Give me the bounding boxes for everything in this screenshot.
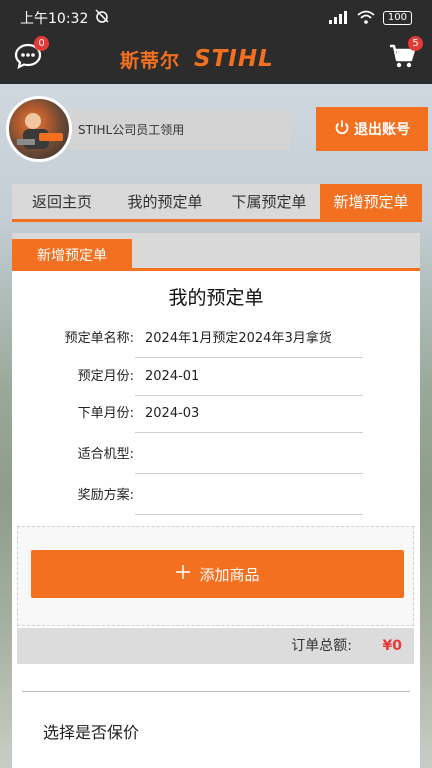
add-product-button[interactable]: 添加商品	[31, 550, 404, 598]
field-label: 奖励方案:	[77, 488, 134, 503]
message-button[interactable]: 0	[14, 36, 49, 74]
user-label: STIHL公司员工领用	[78, 122, 185, 137]
field-order-name: 预定单名称: 2024年1月预定2024年3月拿货	[12, 320, 420, 358]
field-label: 预定月份:	[77, 369, 134, 384]
tab-subordinate-orders[interactable]: 下属预定单	[218, 184, 320, 219]
cart-badge: 5	[408, 36, 423, 51]
field-reward-plan: 奖励方案:	[12, 477, 420, 515]
power-icon	[334, 119, 350, 139]
field-label: 下单月份:	[77, 406, 134, 421]
alarm-off-icon	[94, 8, 110, 28]
field-label: 预定单名称:	[64, 331, 134, 346]
brand-name-en: STIHL	[194, 46, 274, 72]
order-total-bar: 订单总额: ¥0	[17, 628, 414, 664]
chat-badge: 0	[34, 36, 49, 51]
status-bar: 上午10:32 100	[0, 0, 432, 36]
cart-icon	[388, 44, 416, 74]
chat-icon	[14, 43, 42, 74]
tab-my-orders[interactable]: 我的预定单	[112, 184, 218, 219]
order-name-input[interactable]: 2024年1月预定2024年3月拿货	[135, 320, 363, 358]
form-title: 我的预定单	[168, 287, 264, 309]
brand-name-cn: 斯蒂尔	[120, 49, 181, 72]
field-order-month: 预定月份: 2024-01	[12, 358, 420, 396]
place-month-input[interactable]: 2024-03	[135, 395, 363, 433]
signal-icon	[327, 10, 349, 27]
profile-strip: STIHL公司员工领用	[70, 108, 290, 150]
logout-label: 退出账号	[354, 122, 410, 138]
logout-button[interactable]: 退出账号	[316, 107, 428, 151]
reward-plan-input[interactable]	[135, 477, 363, 515]
status-time: 上午10:32	[20, 11, 89, 27]
machine-model-input[interactable]	[135, 436, 363, 474]
tab-new-order[interactable]: 新增预定单	[320, 184, 422, 219]
app-header: 0 斯蒂尔 STIHL 5	[0, 36, 432, 84]
add-product-label: 添加商品	[199, 565, 260, 584]
plus-icon	[175, 564, 191, 584]
total-value: ¥0	[382, 638, 402, 654]
panel-header: 新增预定单	[12, 233, 420, 271]
tab-bar: 返回主页 我的预定单 下属预定单 新增预定单	[12, 184, 422, 222]
total-label: 订单总额:	[291, 638, 352, 654]
tab-home[interactable]: 返回主页	[12, 184, 112, 219]
new-order-panel: 新增预定单 我的预定单 预定单名称: 2024年1月预定2024年3月拿货 预定…	[12, 233, 420, 768]
wifi-icon	[357, 10, 375, 27]
divider	[22, 691, 410, 692]
field-machine-model: 适合机型:	[12, 436, 420, 474]
price-protection-label: 选择是否保价	[43, 723, 140, 742]
product-area: 添加商品	[17, 526, 414, 626]
user-avatar[interactable]	[6, 96, 72, 162]
order-month-input[interactable]: 2024-01	[135, 358, 363, 396]
field-place-month: 下单月份: 2024-03	[12, 395, 420, 433]
brand-logo: 斯蒂尔 STIHL	[120, 44, 320, 74]
battery-indicator: 100	[382, 11, 412, 25]
cart-button[interactable]: 5	[388, 36, 423, 74]
panel-tab-new-order[interactable]: 新增预定单	[12, 239, 132, 271]
field-label: 适合机型:	[77, 447, 134, 462]
